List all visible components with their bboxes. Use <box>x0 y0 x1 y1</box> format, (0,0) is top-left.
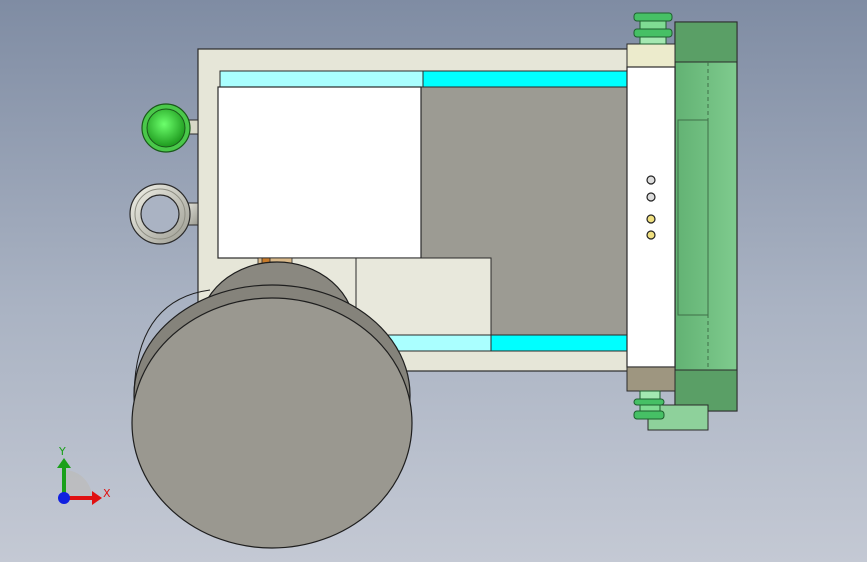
bottom-rail[interactable] <box>384 334 631 352</box>
indicator-knob-icon[interactable] <box>141 103 199 153</box>
top-rail[interactable] <box>219 70 631 88</box>
axis-y-label: Y <box>58 445 66 458</box>
model-view[interactable]: Y X <box>0 0 867 562</box>
axis-x-label: X <box>103 487 111 500</box>
bottom-fitting[interactable] <box>633 390 665 420</box>
eye-bolt-icon[interactable] <box>129 183 199 245</box>
top-fitting[interactable] <box>633 12 673 45</box>
motor-housing[interactable] <box>217 86 422 259</box>
axis-triad-icon: Y X <box>57 445 111 505</box>
cad-viewport[interactable]: Y X <box>0 0 867 562</box>
